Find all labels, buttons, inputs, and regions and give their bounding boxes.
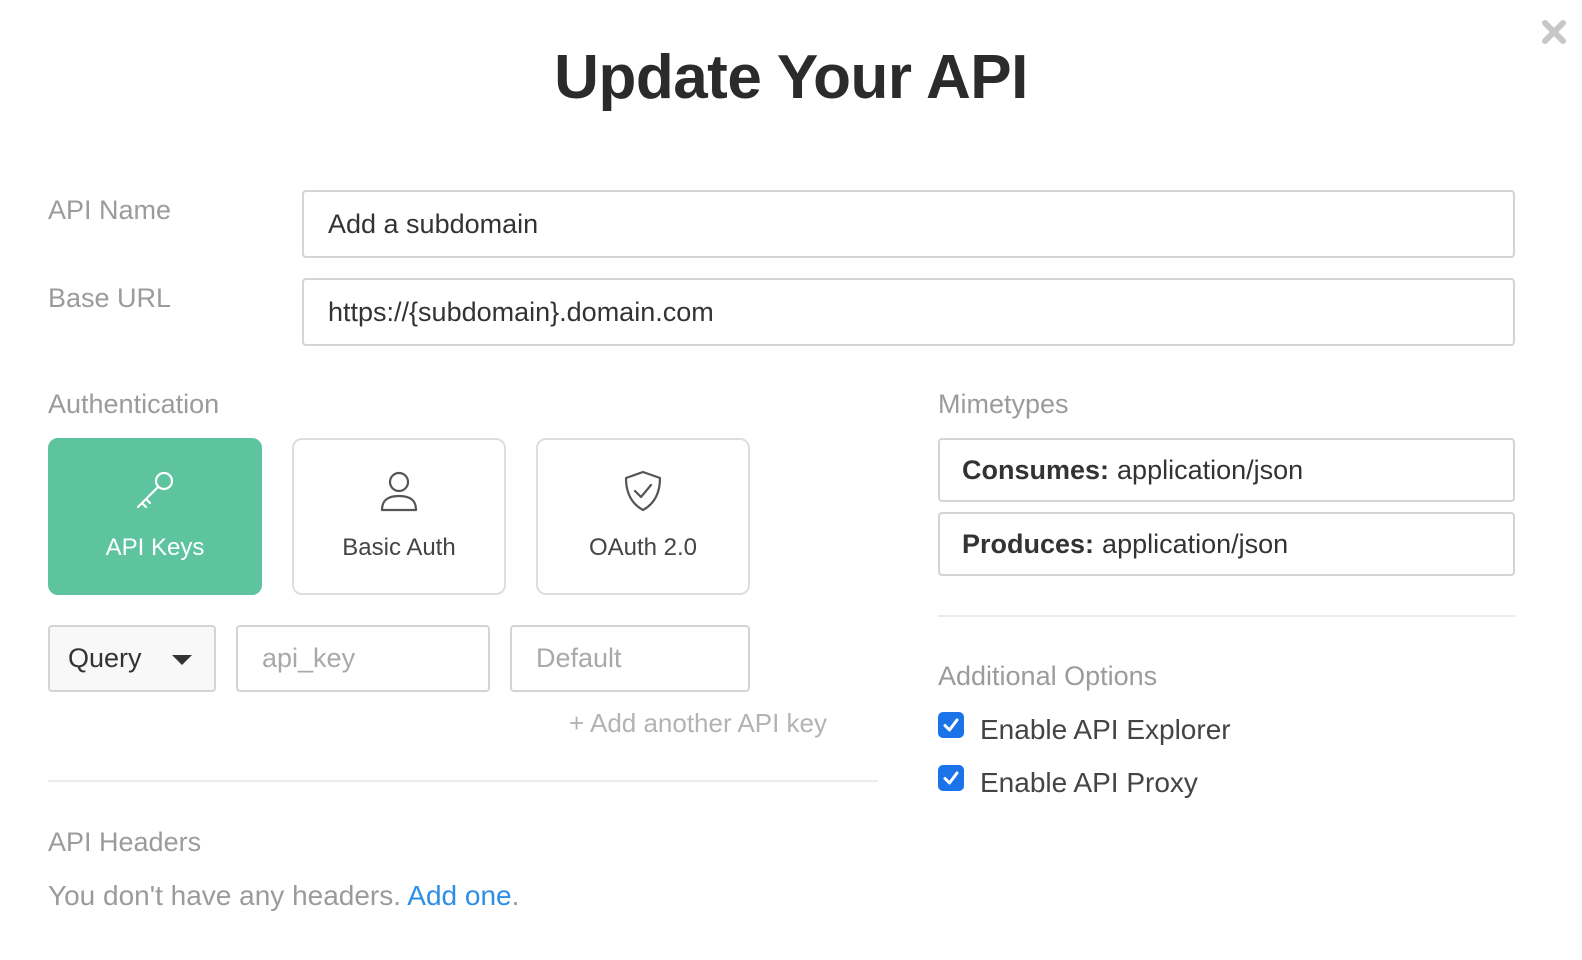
user-icon bbox=[380, 471, 418, 512]
mimetypes-label: Mimetypes bbox=[938, 389, 1069, 419]
produces-label: Produces: bbox=[962, 528, 1095, 559]
enable-api-explorer-label: Enable API Explorer bbox=[980, 714, 1231, 745]
api-headers-label: API Headers bbox=[48, 827, 202, 857]
chevron-down-icon bbox=[172, 655, 192, 665]
api-headers-empty-text: You don't have any headers. bbox=[48, 880, 402, 911]
api-headers-empty: You don't have any headers. Add one. bbox=[48, 880, 519, 912]
auth-option-label: API Keys bbox=[105, 534, 205, 561]
auth-option-label: Basic Auth bbox=[342, 534, 456, 561]
divider bbox=[48, 780, 878, 782]
check-icon bbox=[943, 771, 959, 785]
api-key-name-input[interactable] bbox=[236, 625, 490, 692]
api-name-input[interactable] bbox=[302, 190, 1515, 258]
enable-api-proxy-label: Enable API Proxy bbox=[980, 767, 1198, 798]
api-key-default-input[interactable] bbox=[510, 625, 750, 692]
enable-api-proxy-checkbox[interactable] bbox=[938, 765, 964, 791]
key-location-select[interactable]: Query bbox=[48, 625, 216, 692]
additional-options-label: Additional Options bbox=[938, 661, 1158, 691]
api-name-label: API Name bbox=[48, 195, 172, 225]
dialog-title: Update Your API bbox=[554, 43, 1028, 112]
consumes-value: application/json bbox=[1117, 454, 1304, 485]
produces-field[interactable]: Produces: application/json bbox=[938, 512, 1515, 576]
api-headers-period: . bbox=[511, 880, 520, 911]
shield-check-icon bbox=[624, 470, 662, 512]
enable-api-explorer-checkbox[interactable] bbox=[938, 712, 964, 738]
authentication-label: Authentication bbox=[48, 389, 220, 419]
base-url-input[interactable] bbox=[302, 278, 1515, 346]
produces-value: application/json bbox=[1102, 528, 1289, 559]
auth-option-basic-auth[interactable]: Basic Auth bbox=[292, 438, 506, 595]
add-another-api-key-link[interactable]: + Add another API key bbox=[569, 708, 827, 739]
key-icon bbox=[136, 471, 174, 509]
auth-option-label: OAuth 2.0 bbox=[588, 534, 698, 561]
auth-option-oauth[interactable]: OAuth 2.0 bbox=[536, 438, 750, 595]
key-location-value: Query bbox=[68, 643, 142, 673]
consumes-field[interactable]: Consumes: application/json bbox=[938, 438, 1515, 502]
auth-option-api-keys[interactable]: API Keys bbox=[48, 438, 262, 595]
check-icon bbox=[943, 718, 959, 732]
consumes-label: Consumes: bbox=[962, 454, 1110, 485]
base-url-label: Base URL bbox=[48, 283, 172, 313]
divider bbox=[938, 615, 1515, 617]
add-header-link[interactable]: Add one bbox=[407, 880, 511, 911]
